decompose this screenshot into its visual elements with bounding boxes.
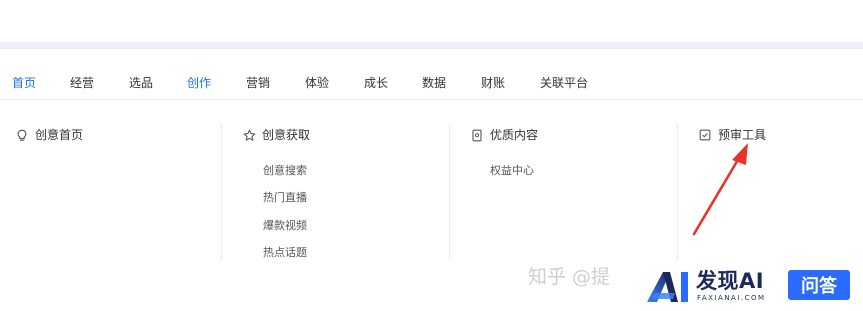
menu-item-creative-search[interactable]: 创意搜索 — [263, 164, 307, 178]
nav-tab-product-selection[interactable]: 选品 — [129, 75, 153, 91]
column-divider — [677, 124, 678, 260]
brand-name: 发现AI — [696, 269, 765, 293]
nav-tab-linked-platforms[interactable]: 关联平台 — [540, 75, 588, 91]
menu-creative-acquisition[interactable]: 创意获取 — [242, 127, 310, 143]
lightbulb-icon — [15, 128, 29, 142]
brand-domain: FAXIANAI.COM — [697, 294, 766, 302]
menu-column-title: 创意首页 — [35, 128, 84, 142]
top-blank-area — [0, 0, 863, 42]
menu-item-hot-topics[interactable]: 热点话题 — [263, 246, 307, 260]
column-divider — [449, 124, 450, 260]
menu-column-title: 优质内容 — [490, 128, 539, 142]
nav-tab-home[interactable]: 首页 — [12, 75, 36, 91]
menu-item-hot-live[interactable]: 热门直播 — [263, 191, 307, 205]
checkbox-icon — [698, 128, 712, 142]
brand-logo: 发现AI FAXIANAI.COM 问答 — [645, 266, 860, 306]
nav-tab-growth[interactable]: 成长 — [364, 75, 388, 91]
star-icon — [242, 128, 256, 142]
column-divider — [221, 124, 222, 260]
brand-mark-icon — [647, 272, 688, 302]
main-nav: 首页 经营 选品 创作 营销 体验 成长 数据 财账 关联平台 — [0, 62, 863, 100]
brand-badge: 问答 — [788, 270, 850, 300]
nav-tab-experience[interactable]: 体验 — [305, 75, 329, 91]
menu-item-viral-videos[interactable]: 爆款视频 — [263, 219, 307, 233]
menu-item-benefits-center[interactable]: 权益中心 — [490, 164, 534, 178]
document-icon — [470, 128, 484, 142]
menu-creative-home[interactable]: 创意首页 — [15, 127, 83, 143]
nav-tab-finance[interactable]: 财账 — [481, 75, 505, 91]
header-band-divider — [0, 48, 863, 49]
menu-column-title: 创意获取 — [262, 128, 311, 142]
menu-quality-content[interactable]: 优质内容 — [470, 127, 538, 143]
menu-pre-review-tools[interactable]: 预审工具 — [698, 127, 766, 143]
watermark-text: 知乎 @提 — [528, 266, 611, 288]
nav-tab-operation[interactable]: 经营 — [70, 75, 94, 91]
menu-column-title: 预审工具 — [718, 128, 767, 142]
nav-tab-marketing[interactable]: 营销 — [246, 75, 270, 91]
nav-tab-data[interactable]: 数据 — [422, 75, 446, 91]
nav-tab-creation[interactable]: 创作 — [187, 75, 211, 91]
